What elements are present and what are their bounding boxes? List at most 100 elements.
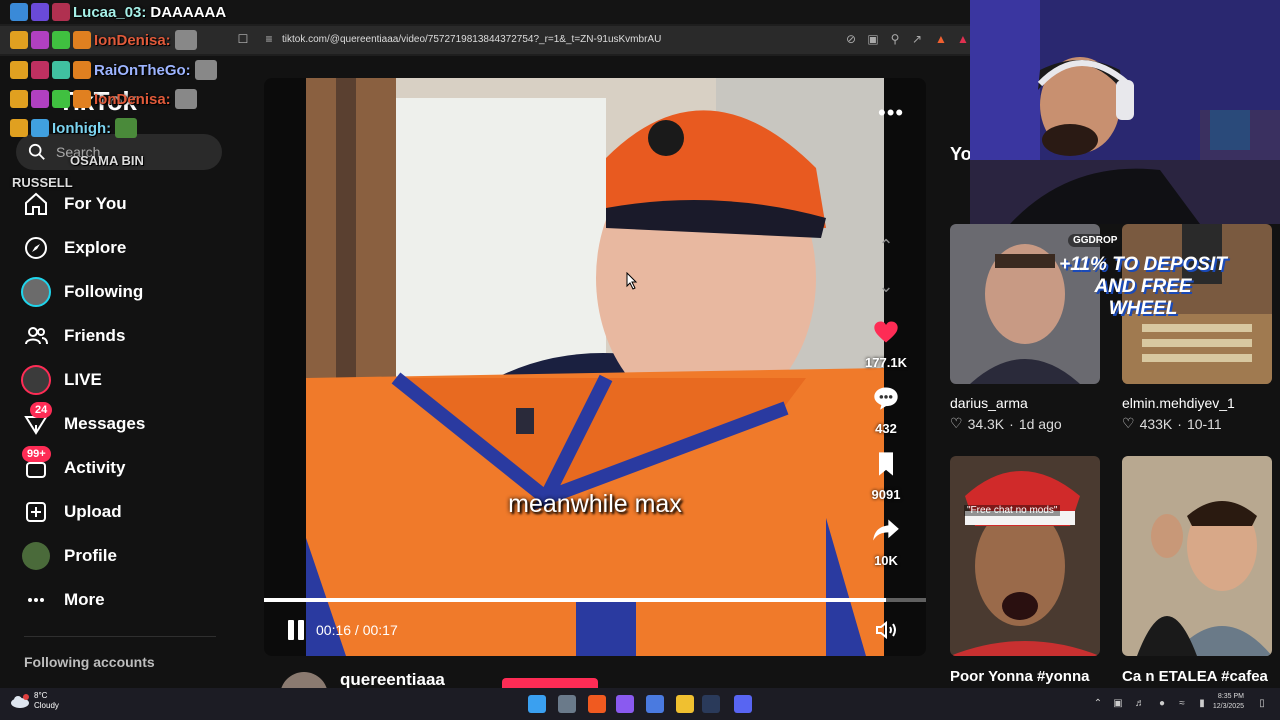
- brave-browser-icon[interactable]: [588, 695, 606, 713]
- search-icon: [28, 143, 45, 160]
- nav-label: Following: [64, 282, 144, 301]
- following-avatar: [20, 276, 52, 308]
- nav-label: LIVE: [64, 370, 102, 389]
- bookmark-icon[interactable]: ☐: [236, 32, 250, 46]
- chat-badge-icon: [73, 31, 91, 49]
- chat-badge-icon: [52, 3, 70, 21]
- rewards-icon[interactable]: ▲: [956, 32, 970, 46]
- url-text[interactable]: tiktok.com/@quereentiaaa/video/757271981…: [282, 34, 661, 45]
- chat-badge-icon: [52, 31, 70, 49]
- nav-activity[interactable]: 99+ Activity: [20, 446, 220, 486]
- nav-friends[interactable]: Friends: [20, 318, 220, 354]
- share-count: 10K: [874, 553, 898, 568]
- nav-upload[interactable]: Upload: [20, 494, 220, 530]
- mouse-cursor: [626, 272, 638, 290]
- comment-icon: [874, 387, 898, 410]
- share-arrow-icon: [873, 519, 899, 541]
- save-count: 9091: [871, 487, 901, 502]
- volume-icon[interactable]: [874, 618, 898, 642]
- chat-badge-icon: [31, 61, 49, 79]
- video-image: [306, 78, 884, 656]
- chat-username: RaiOnTheGo:: [94, 61, 191, 79]
- bookmark-icon: [879, 452, 893, 476]
- zoom-icon[interactable]: ⚲: [888, 32, 902, 46]
- nav-live[interactable]: LIVE: [20, 362, 220, 398]
- nav-following[interactable]: Following: [20, 274, 220, 310]
- chat-message: OSAMA BIN: [66, 148, 144, 172]
- thumbnail-likes: 433K: [1139, 415, 1173, 432]
- nav-profile[interactable]: Profile: [20, 538, 220, 574]
- notification-icon[interactable]: ▯: [1256, 698, 1268, 710]
- more-options-icon[interactable]: •••: [878, 100, 904, 126]
- windows-start-icon[interactable]: [528, 695, 546, 713]
- clock[interactable]: 8:35 PM 12/3/2025: [1213, 692, 1244, 712]
- nav-label: For You: [64, 194, 127, 213]
- chat-message: IonDenisa:: [10, 28, 197, 52]
- reader-mode-icon[interactable]: ⊘: [844, 32, 858, 46]
- cloud-icon: [11, 694, 29, 708]
- chevron-up-icon[interactable]: ⌃: [870, 230, 902, 262]
- author-strip: quereentiaaa: [264, 668, 926, 720]
- thumbnail-author[interactable]: elmin.mehdiyev_1: [1122, 395, 1235, 411]
- share-icon[interactable]: ↗: [910, 32, 924, 46]
- author-name[interactable]: quereentiaaa: [340, 670, 445, 690]
- thumbnail-author[interactable]: darius_arma: [950, 395, 1028, 411]
- activity-icon: 99+: [20, 446, 52, 484]
- follow-button[interactable]: [502, 678, 598, 688]
- tray-chevron-icon[interactable]: ⌃: [1092, 698, 1104, 710]
- time-display: 00:16 / 00:17: [316, 622, 398, 638]
- mic-icon[interactable]: ●: [1156, 698, 1168, 710]
- sidebar-divider: [24, 636, 216, 637]
- thumbnail-title[interactable]: Ca n ETALEA #cafea: [1122, 668, 1272, 685]
- nav-label: Messages: [64, 414, 146, 433]
- thumbnail-meta: ♡ 34.3K · 1d ago: [950, 415, 1062, 432]
- friends-icon: [20, 320, 52, 352]
- pause-button[interactable]: [286, 620, 306, 640]
- file-explorer-icon[interactable]: [676, 695, 694, 713]
- thumbnail-title[interactable]: Poor Yonna #yonna: [950, 668, 1100, 685]
- network-icon[interactable]: ▣: [1112, 698, 1124, 710]
- thumbnail-likes: 34.3K: [967, 415, 1005, 432]
- video-frame[interactable]: meanwhile max: [306, 78, 884, 656]
- video-progress-bar[interactable]: [264, 598, 926, 602]
- chat-badge-icon: [10, 3, 28, 21]
- nav-label: Explore: [64, 238, 127, 257]
- share-button[interactable]: 10K: [862, 516, 910, 568]
- video-player[interactable]: meanwhile max ••• ⌃ ⌄ 177.1K 432 9091 10…: [264, 78, 926, 656]
- weather-widget[interactable]: 8°C Cloudy: [10, 691, 59, 711]
- chevron-down-icon[interactable]: ⌄: [870, 270, 902, 302]
- edge-icon[interactable]: [646, 695, 664, 713]
- nav-more[interactable]: More: [20, 582, 220, 618]
- thumbnail-age: 10-11: [1186, 415, 1222, 432]
- discord-icon[interactable]: [734, 695, 752, 713]
- video-thumbnail[interactable]: [1122, 456, 1272, 656]
- nav-messages[interactable]: 24 Messages: [20, 402, 220, 442]
- chat-badge-icon: [31, 119, 49, 137]
- like-button[interactable]: 177.1K: [862, 318, 910, 370]
- battery-icon[interactable]: ▮: [1196, 698, 1208, 710]
- copilot-icon[interactable]: [616, 695, 634, 713]
- weather-text: 8°C Cloudy: [34, 691, 59, 711]
- chat-message: RaiOnTheGo:: [10, 58, 217, 82]
- chat-message: IonDenisa:: [10, 87, 197, 111]
- chat-message: Lucaa_03: DAAAAAA: [10, 0, 226, 24]
- wifi-icon[interactable]: ≈: [1176, 698, 1188, 710]
- comment-button[interactable]: 432: [862, 384, 910, 436]
- task-view-icon[interactable]: [558, 695, 576, 713]
- ad-brand-label: GGDROP: [1068, 234, 1123, 247]
- brave-shield-icon[interactable]: ▲: [934, 32, 948, 46]
- emote-icon: [174, 89, 197, 109]
- chat-username: IonDenisa:: [94, 90, 171, 108]
- chat-username: Ionhigh:: [52, 119, 112, 137]
- temperature: 8°C: [34, 691, 48, 700]
- save-button[interactable]: 9091: [862, 450, 910, 502]
- video-thumbnail[interactable]: [950, 456, 1100, 656]
- speaker-icon[interactable]: ♬: [1134, 698, 1146, 710]
- nav-label: Friends: [64, 326, 126, 345]
- steam-icon[interactable]: [702, 695, 720, 713]
- site-info-icon[interactable]: ≡: [262, 32, 276, 46]
- profile-avatar: [20, 540, 52, 572]
- screenshot-icon[interactable]: ▣: [866, 32, 880, 46]
- nav-explore[interactable]: Explore: [20, 230, 220, 266]
- chat-badge-icon: [73, 90, 91, 108]
